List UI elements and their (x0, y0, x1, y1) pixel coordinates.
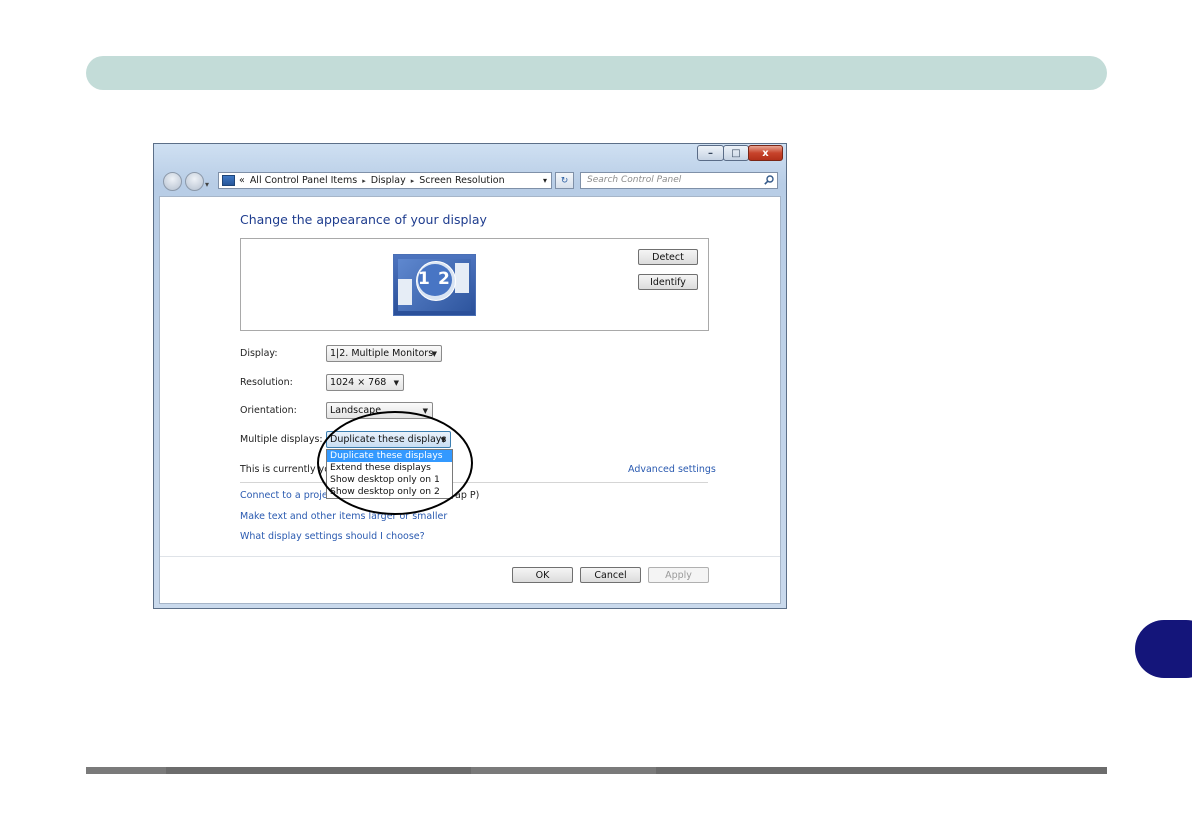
address-bar[interactable]: « All Control Panel Items ▸ Display ▸ Sc… (218, 172, 552, 189)
control-panel-icon (222, 175, 235, 186)
chevron-down-icon: ▼ (393, 378, 399, 387)
monitor-icon[interactable]: 1 2 (393, 254, 476, 316)
minimize-icon: – (708, 147, 713, 159)
refresh-icon: ↻ (560, 175, 569, 186)
monitor-number-2: 2 (438, 269, 450, 289)
highlight-ellipse (317, 411, 473, 515)
connect-projector-link[interactable]: Connect to a proje (240, 490, 328, 501)
breadcrumb-all-control-panel-items[interactable]: All Control Panel Items (250, 175, 357, 186)
window-controls: – □ x (697, 145, 783, 162)
resolution-select[interactable]: 1024 × 768 ▼ (326, 374, 404, 391)
manual-header-bar (86, 56, 1107, 90)
search-icon[interactable] (764, 175, 774, 185)
identify-button[interactable]: Identify (638, 274, 698, 290)
recent-pages-chevron-icon[interactable]: ▾ (205, 180, 209, 189)
breadcrumb-prefix[interactable]: « (239, 175, 245, 186)
ok-button[interactable]: OK (512, 567, 573, 583)
refresh-button[interactable]: ↻ (555, 172, 574, 189)
resolution-label: Resolution: (240, 377, 293, 388)
forward-button[interactable] (185, 172, 204, 191)
address-dropdown-icon[interactable]: ▾ (538, 172, 552, 189)
minimize-button[interactable]: – (697, 145, 724, 161)
chapter-tab (1135, 620, 1192, 678)
breadcrumb-display[interactable]: Display (371, 175, 406, 186)
display-select[interactable]: 1|2. Multiple Monitors ▼ (326, 345, 442, 362)
advanced-settings-link[interactable]: Advanced settings (628, 464, 716, 475)
breadcrumb-separator-icon[interactable]: ▸ (362, 177, 366, 185)
search-input[interactable]: Search Control Panel (580, 172, 778, 189)
maximize-button[interactable]: □ (723, 145, 749, 161)
cancel-button[interactable]: Cancel (580, 567, 641, 583)
monitor-number-1: 1 (418, 269, 430, 289)
display-help-link[interactable]: What display settings should I choose? (240, 531, 425, 542)
orientation-label: Orientation: (240, 405, 297, 416)
back-button[interactable] (163, 172, 182, 191)
display-label: Display: (240, 348, 278, 359)
page-title: Change the appearance of your display (240, 212, 487, 227)
apply-button[interactable]: Apply (648, 567, 709, 583)
detect-button[interactable]: Detect (638, 249, 698, 265)
breadcrumb-separator-icon[interactable]: ▸ (411, 177, 415, 185)
multiple-displays-label: Multiple displays: (240, 434, 323, 445)
resolution-select-value: 1024 × 768 (330, 377, 387, 388)
close-icon: x (762, 147, 769, 159)
manual-footer-rule (86, 767, 1107, 774)
chevron-down-icon: ▼ (431, 349, 437, 358)
close-button[interactable]: x (748, 145, 783, 161)
breadcrumb-screen-resolution[interactable]: Screen Resolution (419, 175, 504, 186)
maximize-icon: □ (731, 147, 741, 159)
display-select-value: 1|2. Multiple Monitors (330, 348, 434, 359)
footer-divider (160, 556, 780, 557)
divider (240, 482, 708, 483)
